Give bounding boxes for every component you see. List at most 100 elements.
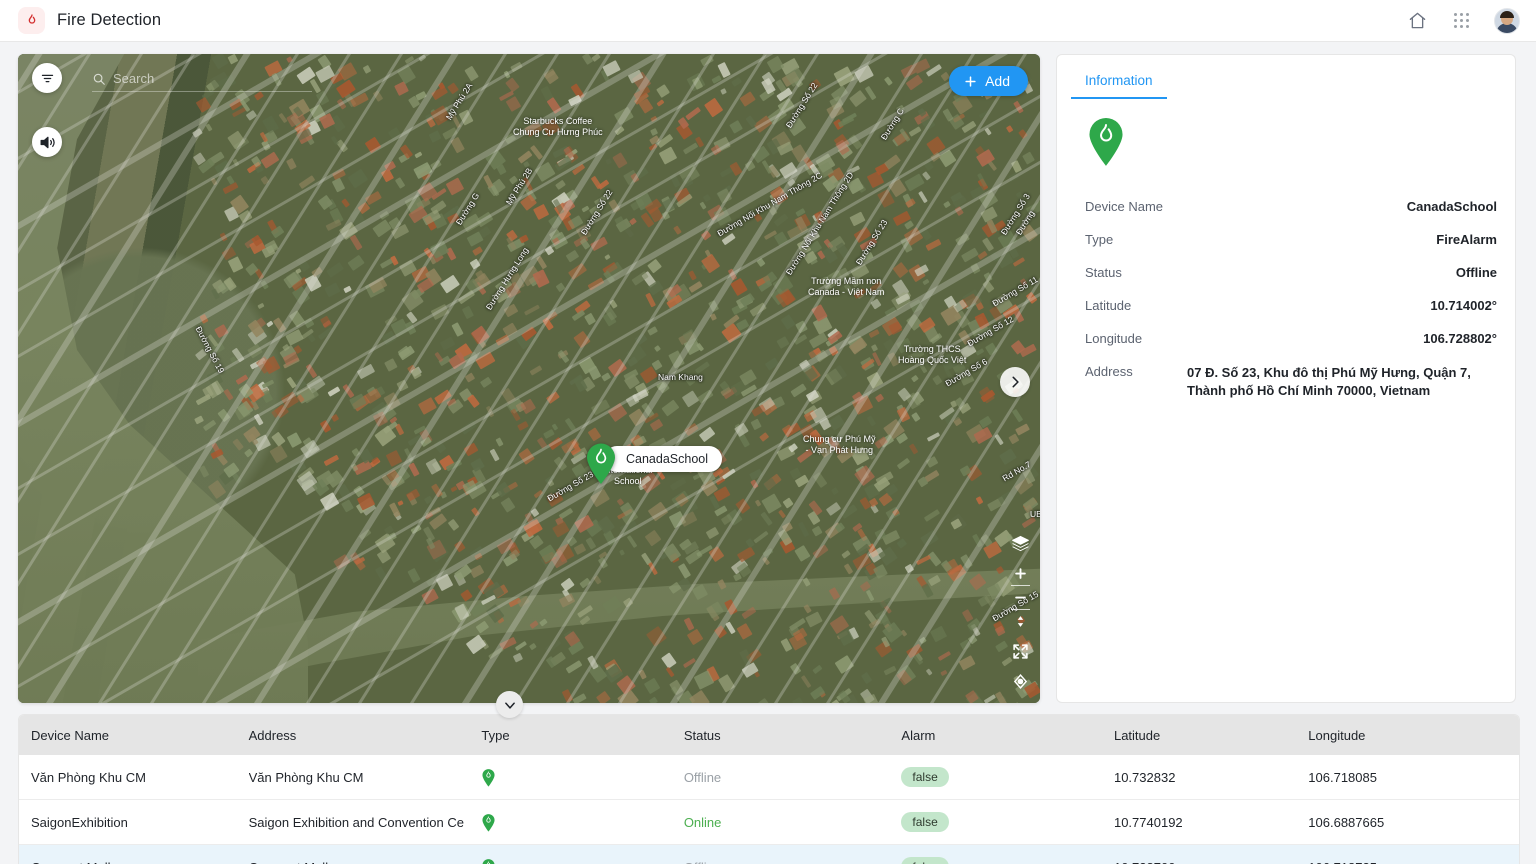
volume-icon[interactable]: [32, 127, 62, 157]
page-title: Fire Detection: [57, 11, 161, 30]
fire-pin-icon: [481, 768, 496, 787]
alarm-badge: false: [901, 767, 948, 787]
cell-latitude: 10.7740192: [1102, 800, 1296, 845]
info-row-address: Address07 Đ. Số 23, Khu đô thị Phú Mỹ Hư…: [1073, 355, 1497, 409]
cell-type: [469, 845, 671, 864]
cell-latitude-text: 10.732832: [1114, 770, 1296, 785]
fire-pin-icon: [481, 813, 496, 832]
chevron-right-icon: [1008, 375, 1022, 389]
map-search[interactable]: [92, 66, 312, 92]
info-row-key: Type: [1085, 232, 1113, 247]
info-row-key: Longitude: [1085, 331, 1142, 346]
cell-alarm: false: [889, 755, 1102, 800]
home-icon[interactable]: [1406, 10, 1428, 32]
grid-apps-icon[interactable]: [1450, 10, 1472, 32]
search-icon: [92, 72, 106, 86]
search-input[interactable]: [113, 71, 293, 86]
map-marker-label: CanadaSchool: [604, 446, 722, 472]
info-row-key: Status: [1085, 265, 1122, 280]
zoom-out-button[interactable]: [1006, 586, 1034, 609]
cell-address-text: Saigon Exhibition and Convention Ce: [249, 815, 470, 830]
info-row: Device NameCanadaSchool: [1073, 190, 1497, 223]
cell-address: Văn Phòng Khu CM: [237, 755, 470, 800]
map-panel[interactable]: Đường Số 19Mỹ Phú 2AMỹ Phú 2BĐường GĐườn…: [18, 54, 1040, 703]
plus-icon: [1013, 566, 1028, 581]
table-header-row: Device NameAddressTypeStatusAlarmLatitud…: [19, 715, 1519, 755]
locate-button[interactable]: [1006, 670, 1034, 693]
table-row[interactable]: SaigonExhibition Saigon Exhibition and Co…: [19, 800, 1519, 845]
fire-pin-icon: [1085, 115, 1127, 167]
device-icon-row: [1071, 99, 1499, 182]
table-header: Device NameAddressTypeStatusAlarmLatitud…: [19, 715, 1519, 755]
information-panel: Information Device NameCanadaSchoolTypeF…: [1056, 54, 1516, 703]
fire-pin-icon: [584, 441, 618, 485]
info-row-key: Latitude: [1085, 298, 1131, 313]
collapse-map-button[interactable]: [496, 691, 523, 718]
cell-alarm: false: [889, 845, 1102, 864]
cell-longitude-text: 106.718085: [1308, 770, 1519, 785]
table-body: Văn Phòng Khu CM Văn Phòng Khu CM Offline…: [19, 755, 1519, 864]
panel-tabs: Information: [1071, 69, 1499, 99]
table-column-header[interactable]: Type: [469, 715, 671, 755]
cell-longitude: 106.718085: [1296, 755, 1519, 800]
table-column-header[interactable]: Longitude: [1296, 715, 1519, 755]
cell-type: [469, 755, 671, 800]
map-marker-canadaschool[interactable]: CanadaSchool: [584, 441, 722, 485]
cell-address: Crescent Mall: [237, 845, 470, 864]
info-row-key: Address: [1085, 364, 1133, 379]
info-row: TypeFireAlarm: [1073, 223, 1497, 256]
locate-icon: [1012, 673, 1029, 690]
cell-device-name: SaigonExhibition: [19, 800, 237, 845]
cell-device-name: Văn Phòng Khu CM: [19, 755, 237, 800]
info-row: Latitude 10.714002°: [1073, 289, 1497, 322]
filter-icon[interactable]: [32, 63, 62, 93]
poi-label: Trường Mầm non Canada - Việt Nam: [808, 276, 884, 298]
chevron-down-icon: [503, 698, 517, 712]
fullscreen-icon: [1012, 643, 1029, 660]
cell-longitude: 106.6887665: [1296, 800, 1519, 845]
status-badge: Offline: [684, 860, 721, 864]
fullscreen-button[interactable]: [1006, 640, 1034, 663]
cell-latitude-text: 10.7740192: [1114, 815, 1296, 830]
poi-label: Starbucks Coffee Chung Cư Hưng Phúc: [513, 116, 603, 138]
cell-status: Online: [672, 800, 890, 845]
poi-label: Trường THCS Hoàng Quốc Việt: [898, 344, 966, 366]
table-column-header[interactable]: Address: [237, 715, 470, 755]
table-row[interactable]: Văn Phòng Khu CM Văn Phòng Khu CM Offline…: [19, 755, 1519, 800]
status-badge: Online: [684, 815, 722, 830]
table-column-header[interactable]: Alarm: [889, 715, 1102, 755]
cell-address-text: Văn Phòng Khu CM: [249, 770, 470, 785]
info-row-value: 10.714002°: [1430, 298, 1497, 313]
map-tools: [1006, 532, 1034, 693]
cell-latitude-text: 10.728700: [1114, 860, 1296, 864]
table-column-header[interactable]: Device Name: [19, 715, 237, 755]
layers-icon[interactable]: [1006, 532, 1034, 555]
add-button-label: Add: [985, 73, 1010, 89]
table-column-header[interactable]: Status: [672, 715, 890, 755]
cell-latitude: 10.728700: [1102, 845, 1296, 864]
device-table: Device NameAddressTypeStatusAlarmLatitud…: [18, 714, 1520, 864]
cell-device-name-text: SaigonExhibition: [31, 815, 237, 830]
flame-icon: [18, 7, 45, 34]
cell-status: Offline: [672, 845, 890, 864]
zoom-in-button[interactable]: [1006, 562, 1034, 585]
status-badge: Offline: [684, 770, 721, 785]
table-row[interactable]: Crescent MallCrescent Mall Offline false 1…: [19, 845, 1519, 864]
tilt-button[interactable]: [1006, 610, 1034, 633]
alarm-badge: false: [901, 857, 948, 864]
header-actions: [1406, 8, 1520, 34]
cell-device-name-text: Crescent Mall: [31, 860, 237, 864]
next-device-button[interactable]: [1000, 367, 1030, 397]
poi-label: Chung cư Phú Mỹ - Vạn Phát Hưng: [803, 434, 876, 456]
cell-alarm: false: [889, 800, 1102, 845]
app-header: Fire Detection: [0, 0, 1536, 42]
fire-pin-icon: [481, 858, 496, 864]
table-column-header[interactable]: Latitude: [1102, 715, 1296, 755]
info-row-value: 106.728802°: [1423, 331, 1497, 346]
add-button[interactable]: Add: [949, 66, 1028, 96]
avatar[interactable]: [1494, 8, 1520, 34]
workspace: Đường Số 19Mỹ Phú 2AMỹ Phú 2BĐường GĐườn…: [0, 42, 1536, 702]
cell-longitude-text: 106.718725: [1308, 860, 1519, 864]
cell-address: Saigon Exhibition and Convention Ce: [237, 800, 470, 845]
tab-information[interactable]: Information: [1071, 69, 1167, 99]
